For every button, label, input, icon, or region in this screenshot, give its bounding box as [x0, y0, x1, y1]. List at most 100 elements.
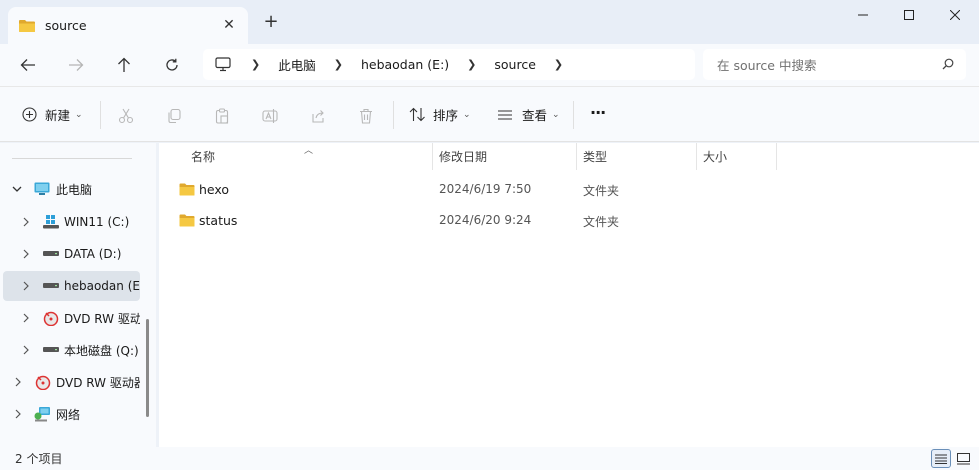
back-button[interactable] — [14, 52, 42, 78]
breadcrumb-source[interactable]: source — [494, 57, 536, 72]
dvd-icon — [35, 375, 51, 390]
chevron-right-icon[interactable] — [20, 280, 32, 292]
chevron-right-icon[interactable] — [20, 216, 32, 228]
share-icon — [312, 110, 324, 123]
chevron-right-icon[interactable] — [20, 248, 32, 260]
sidebar-item-label: 网络 — [56, 407, 81, 422]
chevron-down-icon: ⌄ — [552, 109, 560, 120]
sidebar-item-dvd-rw-2[interactable]: DVD RW 驱动器 — [3, 367, 140, 397]
refresh-icon — [166, 58, 178, 71]
column-divider[interactable] — [696, 143, 697, 170]
navigation-bar: ❯ 此电脑 ❯ hebaodan (E:) ❯ source ❯ 在 sourc… — [0, 44, 979, 86]
table-row[interactable]: hexo 2024/6/19 7:50 文件夹 — [159, 174, 959, 204]
plus-circle-icon — [22, 107, 37, 122]
sort-label: 排序 — [433, 108, 459, 123]
sidebar-item-hebaodan-e[interactable]: hebaodan (E:) — [3, 271, 140, 301]
tab-title: source — [45, 18, 87, 33]
chevron-down-icon[interactable] — [11, 183, 23, 195]
divider — [12, 158, 132, 159]
close-icon — [950, 10, 960, 20]
scissors-icon — [118, 108, 134, 124]
chevron-right-icon[interactable] — [20, 344, 32, 356]
divider — [573, 101, 574, 129]
divider — [393, 101, 394, 129]
sidebar-item-data-d[interactable]: DATA (D:) — [3, 239, 140, 269]
sidebar-item-win11-c[interactable]: WIN11 (C:) — [3, 207, 140, 237]
tiles-view-button[interactable] — [953, 449, 973, 468]
cut-button[interactable] — [116, 106, 136, 126]
column-header-date[interactable]: 修改日期 — [439, 143, 487, 170]
delete-button[interactable] — [356, 106, 376, 126]
address-bar[interactable]: ❯ 此电脑 ❯ hebaodan (E:) ❯ source ❯ — [203, 49, 695, 80]
table-row[interactable]: status 2024/6/20 9:24 文件夹 — [159, 205, 959, 235]
search-icon — [942, 58, 954, 70]
file-list: 名称 ︿ 修改日期 类型 大小 hexo 2024/6/19 7:50 文件夹 … — [159, 143, 979, 447]
file-name[interactable]: hexo — [199, 182, 229, 197]
tab-source[interactable]: source ✕ — [8, 7, 248, 44]
windows-drive-icon — [43, 215, 59, 229]
forward-button[interactable] — [62, 52, 90, 78]
rename-button[interactable] — [260, 106, 280, 126]
arrow-left-icon — [20, 59, 35, 71]
breadcrumb-drive-e[interactable]: hebaodan (E:) — [361, 57, 449, 72]
arrow-right-icon — [69, 59, 84, 71]
paste-button[interactable] — [212, 106, 232, 126]
column-header-type[interactable]: 类型 — [583, 143, 607, 170]
search-box[interactable]: 在 source 中搜索 — [703, 49, 966, 80]
sidebar-scrollbar[interactable] — [146, 319, 149, 417]
sidebar-item-network[interactable]: 网络 — [3, 399, 140, 429]
new-tab-button[interactable]: + — [262, 13, 280, 31]
more-options-button[interactable]: ··· — [590, 103, 606, 122]
file-date: 2024/6/19 7:50 — [439, 182, 532, 196]
chevron-right-icon[interactable] — [12, 376, 24, 388]
file-name[interactable]: status — [199, 213, 237, 228]
column-divider[interactable] — [432, 143, 433, 170]
column-header-size[interactable]: 大小 — [703, 143, 727, 170]
chevron-right-icon[interactable] — [20, 312, 32, 324]
computer-icon — [215, 57, 231, 72]
sort-ascending-icon: ︿ — [304, 146, 314, 156]
chevron-right-icon[interactable] — [12, 408, 24, 420]
column-header-name[interactable]: 名称 — [191, 143, 215, 170]
sidebar-item-label: DVD RW 驱动器 — [56, 375, 140, 390]
view-button[interactable]: 查看 ⌄ — [497, 105, 560, 124]
details-view-icon — [935, 454, 947, 464]
chevron-right-icon[interactable]: ❯ — [554, 58, 563, 71]
sidebar-item-label: hebaodan (E:) — [64, 279, 140, 293]
sidebar-item-label: DVD RW 驱动器 — [64, 311, 140, 326]
new-button[interactable]: 新建 ⌄ — [22, 105, 83, 124]
drive-icon — [43, 251, 59, 256]
copy-button[interactable] — [164, 106, 184, 126]
close-tab-icon[interactable]: ✕ — [220, 16, 238, 34]
details-view-button[interactable] — [931, 449, 951, 468]
divider — [100, 101, 101, 129]
sidebar-item-label: DATA (D:) — [64, 247, 122, 261]
column-divider[interactable] — [776, 143, 777, 170]
arrow-up-icon — [118, 57, 130, 72]
sidebar-item-this-pc[interactable]: 此电脑 — [3, 174, 140, 204]
minimize-button[interactable] — [840, 0, 886, 30]
sidebar-item-label: 此电脑 — [56, 182, 93, 197]
sidebar-item-dvd-rw-1[interactable]: DVD RW 驱动器 — [3, 303, 140, 333]
column-divider[interactable] — [576, 143, 577, 170]
sidebar-item-local-disk-q[interactable]: 本地磁盘 (Q:) — [3, 335, 140, 365]
breadcrumb-this-pc[interactable]: 此电脑 — [278, 55, 316, 74]
clipboard-icon — [215, 108, 229, 124]
maximize-button[interactable] — [886, 0, 932, 30]
refresh-button[interactable] — [158, 52, 186, 78]
new-label: 新建 — [45, 108, 71, 123]
navigation-pane: 此电脑 WIN11 (C:) DATA (D:) hebaodan (E:) D… — [0, 143, 156, 447]
drive-icon — [43, 347, 59, 352]
folder-icon — [19, 19, 35, 32]
view-label: 查看 — [522, 108, 548, 123]
close-window-button[interactable] — [932, 0, 978, 30]
folder-icon — [179, 183, 195, 196]
search-placeholder: 在 source 中搜索 — [717, 58, 817, 73]
copy-icon — [168, 108, 181, 124]
maximize-icon — [904, 10, 914, 20]
sidebar-item-label: WIN11 (C:) — [64, 215, 130, 229]
share-button[interactable] — [308, 106, 328, 126]
up-button[interactable] — [110, 52, 138, 78]
sort-button[interactable]: 排序 ⌄ — [409, 105, 471, 124]
sort-icon — [409, 107, 425, 122]
